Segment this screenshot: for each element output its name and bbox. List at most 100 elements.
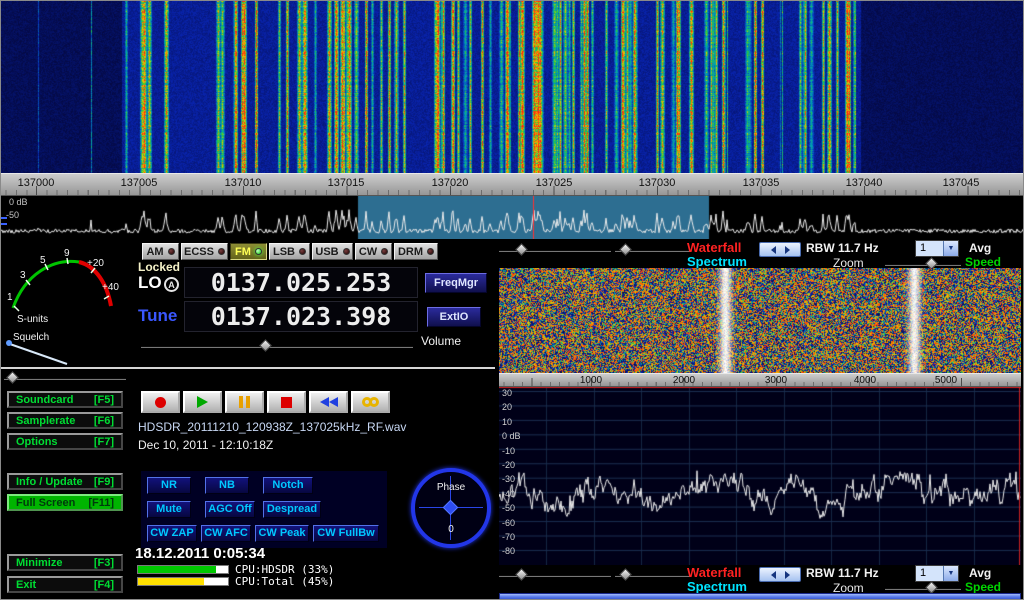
- rewind-button[interactable]: [309, 391, 348, 413]
- slider-thumb[interactable]: [259, 339, 272, 352]
- rf-contrast-slider[interactable]: [615, 243, 691, 256]
- mode-am-button[interactable]: AM: [142, 243, 179, 260]
- freq-label: 5000: [935, 375, 957, 386]
- volume-slider[interactable]: [141, 339, 413, 352]
- mode-lsb-button[interactable]: LSB: [269, 243, 310, 260]
- ecss-led-icon: [218, 248, 225, 255]
- nav-info-update-button[interactable]: Info / Update[F9]: [7, 473, 123, 490]
- slider-thumb[interactable]: [6, 371, 19, 384]
- nr-button[interactable]: NR: [147, 477, 191, 494]
- mode-usb-button[interactable]: USB: [312, 243, 353, 260]
- rf-brightness-slider[interactable]: [499, 243, 611, 256]
- freq-label: 137015: [328, 177, 365, 189]
- mode-cw-button[interactable]: CW: [355, 243, 392, 260]
- squelch-slider[interactable]: [4, 371, 126, 384]
- slider-track: [885, 587, 961, 590]
- rewind-icon: [320, 397, 338, 407]
- mode-fm-button[interactable]: FM: [230, 243, 267, 260]
- nav-samplerate-button[interactable]: Samplerate[F6]: [7, 412, 123, 429]
- cw-zap-button[interactable]: CW ZAP: [147, 525, 197, 542]
- locked-label: Locked: [138, 260, 180, 274]
- nb-button[interactable]: NB: [205, 477, 249, 494]
- smeter-tick-label: 1: [7, 292, 13, 303]
- record-button[interactable]: [141, 391, 180, 413]
- db-label: -60: [502, 518, 515, 528]
- nav-options-button[interactable]: Options[F7]: [7, 433, 123, 450]
- af-waterfall-label[interactable]: Waterfall: [687, 565, 741, 580]
- slider-track: [885, 263, 961, 266]
- nav-fullscreen-button[interactable]: Full Screen[F11]: [7, 494, 123, 511]
- nav-exit-button[interactable]: Exit[F4]: [7, 576, 123, 593]
- right-arrow-icon[interactable]: [785, 571, 790, 579]
- slider-track: [141, 345, 413, 348]
- aux-waterfall[interactable]: [499, 268, 1021, 373]
- cw-led-icon: [381, 248, 388, 255]
- db-label: -10: [502, 446, 515, 456]
- slider-thumb[interactable]: [619, 243, 632, 256]
- aux-frequency-scale[interactable]: 1000 2000 3000 4000 5000: [499, 373, 1021, 387]
- af-avg-select[interactable]: 1 ▼: [915, 565, 959, 582]
- af-contrast-slider[interactable]: [615, 568, 691, 581]
- rf-avg-select[interactable]: 1 ▼: [915, 240, 959, 257]
- nav-label: Info / Update: [16, 476, 83, 488]
- dropdown-arrow-icon[interactable]: ▼: [943, 241, 958, 256]
- rf-spectrum-label[interactable]: Spectrum: [687, 254, 747, 269]
- freqmgr-button[interactable]: FreqMgr: [425, 273, 487, 293]
- main-db50-label: -50: [6, 210, 19, 220]
- left-arrow-icon[interactable]: [771, 246, 776, 254]
- notch-button[interactable]: Notch: [263, 477, 313, 494]
- stop-button[interactable]: [267, 391, 306, 413]
- left-arrow-icon[interactable]: [771, 571, 776, 579]
- lock-a-badge[interactable]: A: [164, 277, 179, 292]
- right-arrow-icon[interactable]: [785, 246, 790, 254]
- freq-label: 137025: [536, 177, 573, 189]
- mode-label: ECSS: [184, 246, 214, 258]
- mode-ecss-button[interactable]: ECSS: [181, 243, 228, 260]
- cw-afc-button[interactable]: CW AFC: [201, 525, 251, 542]
- aux-spectrum[interactable]: [499, 387, 1021, 565]
- lo-frequency-display[interactable]: 0137.025.253: [184, 267, 418, 298]
- despread-button[interactable]: Despread: [263, 501, 321, 518]
- mode-drm-button[interactable]: DRM: [394, 243, 438, 260]
- nav-minimize-button[interactable]: Minimize[F3]: [7, 554, 123, 571]
- mute-button[interactable]: Mute: [147, 501, 191, 518]
- freq-label: 137000: [18, 177, 55, 189]
- main-waterfall[interactable]: [1, 1, 1024, 173]
- loop-button[interactable]: [351, 391, 390, 413]
- main-frequency-scale[interactable]: 137000 137005 137010 137015 137020 13702…: [1, 173, 1024, 196]
- mode-label: LSB: [273, 246, 295, 258]
- af-avg-label: Avg: [969, 566, 991, 580]
- af-spectrum-label[interactable]: Spectrum: [687, 579, 747, 594]
- lo-label: LO: [138, 273, 162, 293]
- nav-soundcard-button[interactable]: Soundcard[F5]: [7, 391, 123, 408]
- smeter-tick-label: +40: [102, 282, 119, 293]
- pause-button[interactable]: [225, 391, 264, 413]
- marker-dash: [1, 223, 7, 225]
- cw-fullbw-button[interactable]: CW FullBw: [313, 525, 379, 542]
- rf-waterfall-label[interactable]: Waterfall: [687, 240, 741, 255]
- slider-thumb[interactable]: [515, 243, 528, 256]
- avg-value: 1: [916, 566, 943, 581]
- smeter-needle-tip: [6, 340, 12, 346]
- usb-led-icon: [343, 248, 350, 255]
- af-pan-arrows[interactable]: [759, 567, 801, 582]
- cw-peak-button[interactable]: CW Peak: [255, 525, 309, 542]
- db-label: -80: [502, 546, 515, 556]
- slider-thumb[interactable]: [515, 568, 528, 581]
- play-button[interactable]: [183, 391, 222, 413]
- slider-thumb[interactable]: [619, 568, 632, 581]
- cpu-hdsdr-bar: [137, 565, 229, 574]
- phase-indicator[interactable]: Phase 0: [411, 468, 491, 548]
- slider-thumb[interactable]: [925, 581, 938, 594]
- main-spectrum[interactable]: [1, 196, 1024, 239]
- dropdown-arrow-icon[interactable]: ▼: [943, 566, 958, 581]
- af-brightness-slider[interactable]: [499, 568, 611, 581]
- af-zoom-bar[interactable]: [499, 593, 1021, 600]
- mode-label: CW: [359, 246, 377, 258]
- agc-button[interactable]: AGC Off: [205, 501, 255, 518]
- tune-frequency-display[interactable]: 0137.023.398: [184, 301, 418, 332]
- extio-button[interactable]: ExtIO: [427, 307, 481, 327]
- rf-pan-arrows[interactable]: [759, 242, 801, 257]
- freq-label: 137010: [225, 177, 262, 189]
- s-meter: 1 3 5 9 +20 +40 S-units Squelch: [3, 244, 131, 368]
